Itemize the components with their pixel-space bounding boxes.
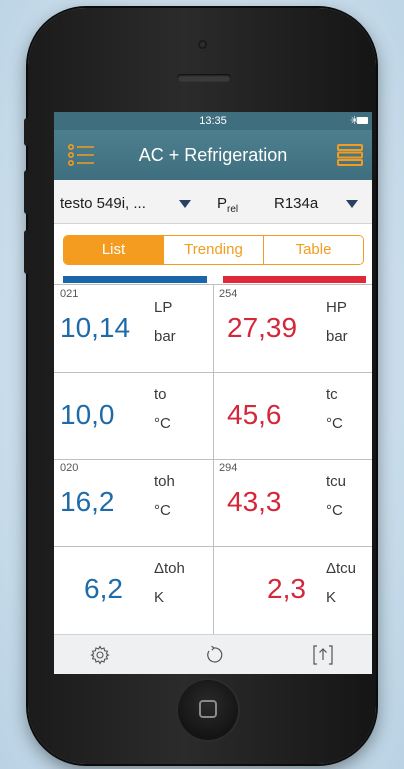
measurement-value: 10,0: [60, 399, 115, 430]
measurement-name: Δtcu: [326, 560, 357, 577]
measurement-name: HP: [326, 299, 347, 316]
measurement-unit: °C: [154, 415, 171, 432]
page-title: AC + Refrigeration: [138, 145, 288, 165]
mute-switch: [24, 118, 30, 146]
tab-table[interactable]: Table: [263, 236, 363, 264]
measurement-unit: bar: [154, 328, 176, 345]
app-screen: 13:35 ✳ AC + Refrigeration testo 549i, .…: [54, 112, 372, 674]
volume-up-button: [24, 170, 30, 214]
pressure-mode-sub: rel: [227, 204, 239, 215]
measurement-tc[interactable]: 45,6 tc °C: [213, 372, 372, 459]
home-button-icon: [199, 700, 217, 718]
probe-id: 294: [219, 462, 238, 474]
refrigerant-selector[interactable]: R134a: [274, 195, 318, 212]
measurement-name: tcu: [326, 473, 347, 490]
measurement-lp[interactable]: 021 10,14 LP bar: [54, 285, 213, 372]
probe-id: 254: [219, 288, 238, 300]
measurement-delta-tcu[interactable]: 2,3 Δtcu K: [213, 546, 372, 633]
reset-icon[interactable]: [204, 645, 224, 665]
bottom-toolbar: [54, 634, 372, 674]
front-camera: [198, 40, 207, 49]
tab-trending[interactable]: Trending: [163, 236, 263, 264]
volume-down-button: [24, 230, 30, 274]
earpiece-speaker: [177, 74, 231, 82]
measurement-name: LP: [154, 299, 173, 316]
pressure-mode-main: P: [217, 195, 228, 212]
measurement-value: 10,14: [60, 312, 131, 343]
measurement-unit: K: [154, 589, 165, 606]
measurement-name: to: [154, 386, 167, 403]
measurement-toh[interactable]: 020 16,2 toh °C: [54, 459, 213, 546]
measurement-value: 27,39: [227, 312, 298, 343]
device-selector[interactable]: testo 549i, ...: [60, 195, 146, 212]
view-tabs: List Trending Table: [63, 235, 364, 265]
measurement-value: 2,3: [267, 573, 306, 604]
probe-id: 020: [60, 462, 79, 474]
measurement-value: 43,3: [227, 486, 282, 517]
low-pressure-color-bar: [63, 276, 207, 283]
high-pressure-color-bar: [223, 276, 366, 283]
probe-id: 021: [60, 288, 79, 300]
device-bar: testo 549i, ... Prel R134a: [54, 180, 372, 224]
measurement-grid: 021 10,14 LP bar 254 27,39 HP bar 10,0 t…: [54, 284, 372, 634]
battery-icon: [357, 117, 368, 124]
measurement-hp[interactable]: 254 27,39 HP bar: [213, 285, 372, 372]
measurement-value: 45,6: [227, 399, 282, 430]
measurement-name: toh: [154, 473, 175, 490]
measurement-unit: °C: [154, 502, 171, 519]
measurement-value: 6,2: [84, 573, 123, 604]
measurement-unit: K: [326, 589, 337, 606]
measurement-to[interactable]: 10,0 to °C: [54, 372, 213, 459]
measurement-name: Δtoh: [154, 560, 185, 577]
nav-bar: AC + Refrigeration: [54, 130, 372, 180]
measurement-delta-toh[interactable]: 6,2 Δtoh K: [54, 546, 213, 633]
chevron-down-icon[interactable]: [346, 200, 358, 208]
chevron-down-icon[interactable]: [179, 200, 191, 208]
menu-icon[interactable]: [337, 144, 363, 166]
measurement-unit: °C: [326, 415, 343, 432]
gear-icon[interactable]: [90, 645, 110, 665]
share-icon[interactable]: [312, 644, 334, 666]
pressure-mode[interactable]: Prel: [217, 195, 238, 215]
tab-list[interactable]: List: [64, 236, 163, 264]
measurement-value: 16,2: [60, 486, 115, 517]
measurement-unit: bar: [326, 328, 348, 345]
measurement-unit: °C: [326, 502, 343, 519]
measurement-tcu[interactable]: 294 43,3 tcu °C: [213, 459, 372, 546]
status-time: 13:35: [199, 115, 227, 127]
measurement-name: tc: [326, 386, 338, 403]
status-bar: 13:35 ✳: [54, 112, 372, 130]
